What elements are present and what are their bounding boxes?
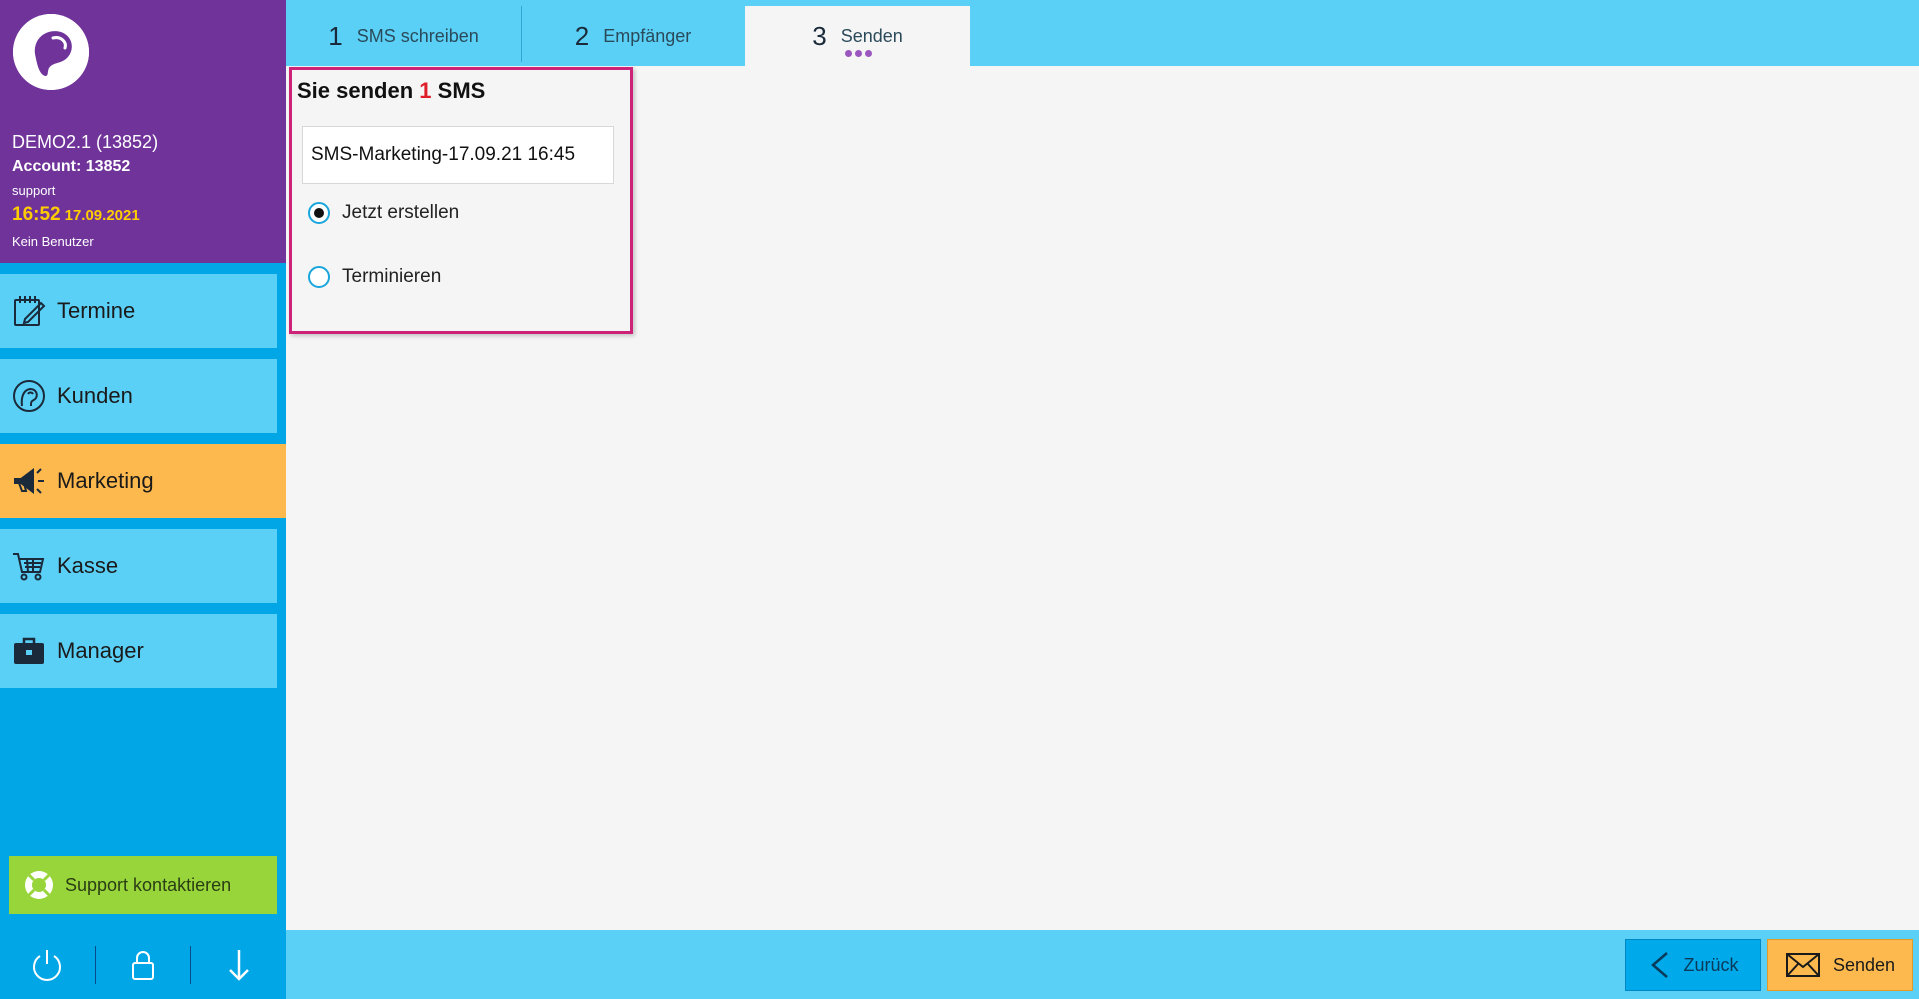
chevron-left-icon [1651, 952, 1669, 978]
tab-label: Senden [840, 25, 903, 46]
radio-label: Terminieren [342, 266, 442, 287]
tab-sms-schreiben[interactable]: 1 SMS schreiben [286, 6, 521, 66]
radio-button[interactable] [308, 266, 330, 288]
tab-number: 1 [328, 20, 343, 51]
title-suffix: SMS [437, 78, 486, 103]
back-button[interactable]: Zurück [1625, 939, 1761, 991]
lock-icon [132, 950, 154, 980]
title-prefix: Sie senden [297, 78, 414, 103]
tab-number: 2 [574, 20, 590, 51]
support-contact-button[interactable]: Support kontaktieren [9, 856, 277, 914]
clock-time: 16:52 [12, 204, 61, 225]
lock-button[interactable] [96, 930, 191, 999]
radio-jetzt-erstellen[interactable]: Jetzt erstellen [308, 202, 459, 224]
envelope-icon [1785, 953, 1820, 977]
wizard-tabs: 1 SMS schreiben 2 Empfänger 3 Senden [286, 0, 1919, 66]
send-options-panel: Sie senden 1 SMS Jetzt erstellen Termini… [289, 67, 633, 334]
back-button-label: Zurück [1683, 954, 1739, 975]
cart-icon [9, 546, 49, 586]
app-logo-icon [13, 14, 89, 90]
radio-button[interactable] [308, 202, 330, 224]
briefcase-icon [9, 631, 49, 671]
account-panel: DEMO2.1 (13852) Account: 13852 support 1… [0, 0, 286, 263]
tab-senden[interactable]: 3 Senden [745, 6, 970, 66]
tab-label: Empfänger [603, 25, 692, 46]
sidebar-bottom-toolbar [0, 930, 286, 999]
sidebar: DEMO2.1 (13852) Account: 13852 support 1… [0, 0, 286, 999]
account-name: DEMO2.1 (13852) [12, 132, 159, 152]
clock: 16:52 17.09.2021 [12, 204, 140, 226]
lifebuoy-icon [23, 869, 55, 901]
account-number: Account: 13852 [12, 158, 131, 175]
radio-label: Jetzt erstellen [342, 202, 460, 223]
arrow-down-icon [228, 949, 249, 981]
campaign-name-input[interactable] [302, 126, 614, 184]
tab-number: 3 [812, 20, 827, 51]
sidebar-item-manager[interactable]: Manager [0, 614, 277, 688]
sidebar-item-label: Kunden [57, 383, 133, 408]
sidebar-item-marketing[interactable]: Marketing [0, 444, 286, 518]
support-contact-label: Support kontaktieren [65, 874, 232, 895]
radio-terminieren[interactable]: Terminieren [308, 266, 441, 288]
panel-title: Sie senden 1 SMS [297, 78, 485, 104]
customer-head-icon [9, 376, 49, 416]
account-user: support [12, 183, 56, 198]
power-icon [33, 949, 62, 981]
download-button[interactable] [191, 930, 286, 999]
progress-dots-icon [845, 50, 872, 57]
send-button-label: Senden [1832, 954, 1896, 975]
megaphone-icon [9, 461, 49, 501]
sidebar-item-label: Manager [57, 638, 144, 663]
sidebar-item-label: Kasse [57, 553, 119, 578]
sms-count: 1 [419, 78, 432, 103]
no-user-label: Kein Benutzer [12, 234, 94, 249]
send-button[interactable]: Senden [1767, 939, 1913, 991]
sidebar-item-termine[interactable]: Termine [0, 274, 277, 348]
sidebar-item-kasse[interactable]: Kasse [0, 529, 277, 603]
tab-label: SMS schreiben [356, 25, 479, 46]
power-button[interactable] [0, 930, 95, 999]
calendar-edit-icon [9, 291, 49, 331]
clock-date: 17.09.2021 [64, 207, 140, 224]
sidebar-item-label: Termine [57, 298, 136, 323]
tab-empfaenger[interactable]: 2 Empfänger [522, 6, 744, 66]
sidebar-item-label: Marketing [57, 468, 154, 493]
sidebar-item-kunden[interactable]: Kunden [0, 359, 277, 433]
radio-selected-dot [314, 208, 324, 218]
